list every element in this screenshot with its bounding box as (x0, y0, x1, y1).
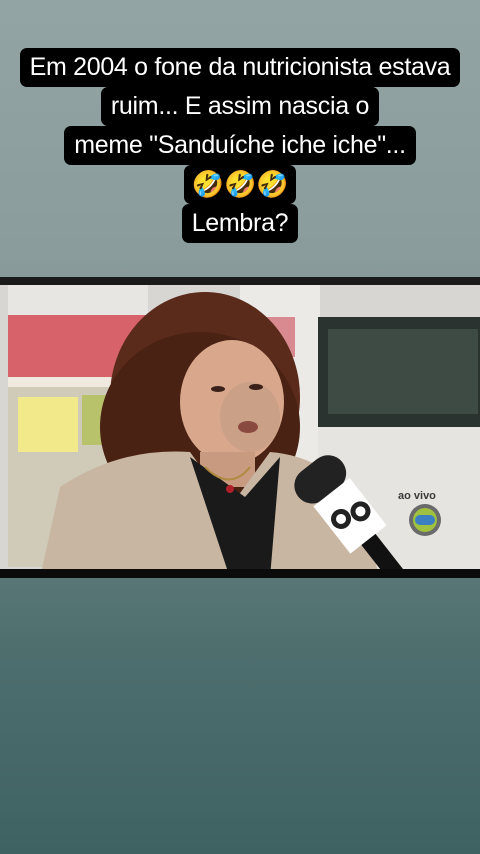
video-frame[interactable]: ao vivo (0, 277, 480, 578)
caption-line-5: Lembra? (181, 204, 299, 243)
globo-logo-icon (409, 504, 441, 536)
video-still: ao vivo (0, 277, 480, 578)
caption-overlay: Em 2004 o fone da nutricionista estava r… (0, 48, 480, 243)
caption-line-1: Em 2004 o fone da nutricionista estava (19, 48, 461, 87)
live-label: ao vivo (398, 490, 436, 502)
caption-line-3: meme "Sanduíche iche iche"... (64, 126, 416, 165)
caption-line-2: ruim... E assim nascia o (100, 87, 380, 126)
caption-emoji-line: 🤣🤣🤣 (183, 165, 297, 204)
